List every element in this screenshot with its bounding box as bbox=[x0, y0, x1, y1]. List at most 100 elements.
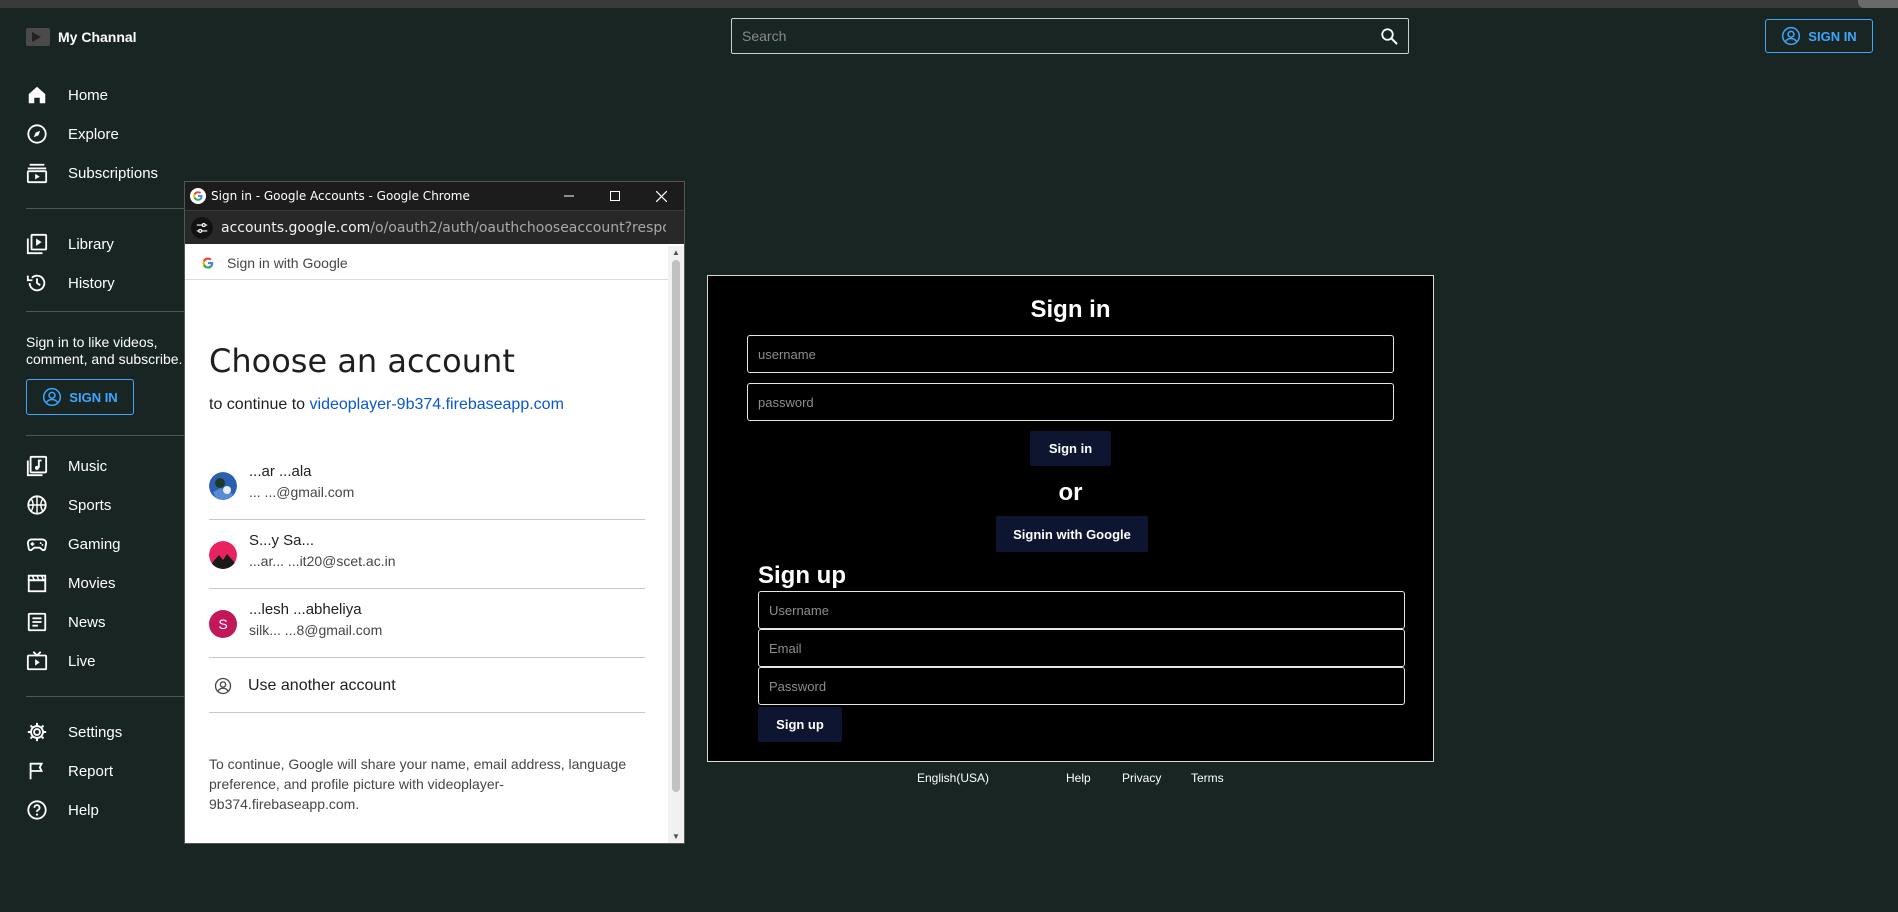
search-input[interactable] bbox=[732, 28, 1370, 44]
gsi-header: Sign in with Google bbox=[185, 246, 669, 280]
sidebar-item-home[interactable]: Home bbox=[26, 83, 108, 107]
sidebar-item-label: Sports bbox=[68, 496, 112, 514]
google-signin-button[interactable]: Signin with Google bbox=[996, 516, 1148, 552]
sports-icon bbox=[26, 494, 48, 516]
sidebar-item-news[interactable]: News bbox=[26, 610, 106, 634]
account-email: ... ...@gmail.com bbox=[249, 484, 355, 500]
account-circle-icon bbox=[214, 677, 232, 694]
signin-button[interactable]: Sign in bbox=[1030, 431, 1111, 466]
signup-username-input[interactable] bbox=[759, 592, 1404, 628]
header-signin-label: SIGN IN bbox=[1808, 28, 1857, 44]
sidebar-item-label: Movies bbox=[68, 574, 116, 592]
sidebar-item-history[interactable]: History bbox=[26, 271, 115, 295]
scroll-up-icon[interactable]: ▲ bbox=[672, 248, 680, 257]
footer-help-link[interactable]: Help bbox=[1066, 771, 1091, 785]
home-icon bbox=[26, 84, 48, 106]
sidebar-item-movies[interactable]: Movies bbox=[26, 571, 116, 595]
signup-email-input[interactable] bbox=[759, 630, 1404, 666]
sidebar-item-explore[interactable]: Explore bbox=[26, 122, 119, 146]
signup-button[interactable]: Sign up bbox=[758, 707, 842, 742]
news-icon bbox=[26, 611, 48, 633]
signin-title: Sign in bbox=[1030, 296, 1111, 323]
popup-address-bar[interactable]: accounts.google.com/o/oauth2/auth/oauthc… bbox=[185, 210, 684, 244]
signup-email-field bbox=[758, 629, 1405, 667]
password-field bbox=[747, 383, 1394, 421]
maximize-icon bbox=[610, 191, 620, 201]
url-host: accounts.google.com bbox=[221, 219, 371, 236]
sidebar-item-library[interactable]: Library bbox=[26, 232, 114, 256]
google-logo-icon bbox=[190, 188, 206, 204]
header-signin-button[interactable]: SIGN IN bbox=[1765, 19, 1873, 53]
sidebar-item-label: Gaming bbox=[68, 535, 121, 553]
scroll-down-icon[interactable]: ▼ bbox=[672, 832, 680, 841]
maximize-button[interactable] bbox=[592, 182, 638, 210]
sidebar-item-report[interactable]: Report bbox=[26, 759, 113, 783]
browser-top-strip bbox=[0, 0, 1898, 8]
account-item[interactable]: S...y Sa... ...ar... ...it20@scet.ac.in bbox=[209, 520, 645, 589]
sidebar-signin-button[interactable]: SIGN IN bbox=[26, 379, 134, 415]
account-chooser: Sign in with Google Choose an account to… bbox=[185, 246, 669, 843]
close-button[interactable] bbox=[638, 182, 684, 210]
popup-url: accounts.google.com/o/oauth2/auth/oauthc… bbox=[221, 220, 666, 236]
live-tv-icon bbox=[26, 650, 48, 672]
continue-prefix: to continue to bbox=[209, 396, 310, 413]
sidebar-item-music[interactable]: Music bbox=[26, 454, 107, 478]
sidebar-item-settings[interactable]: Settings bbox=[26, 720, 122, 744]
gamepad-icon bbox=[26, 533, 48, 555]
account-item[interactable]: ...ar ...ala ... ...@gmail.com bbox=[209, 451, 645, 520]
account-name: S...y Sa... bbox=[249, 532, 315, 549]
avatar bbox=[209, 472, 237, 500]
browser-top-strip-tab bbox=[1858, 0, 1898, 8]
search-icon bbox=[1381, 28, 1398, 45]
account-name: ...lesh ...abheliya bbox=[249, 601, 362, 618]
use-another-account-button[interactable]: Use another account bbox=[209, 659, 645, 713]
history-icon bbox=[26, 272, 48, 294]
avatar: S bbox=[209, 610, 237, 638]
help-icon bbox=[26, 799, 48, 821]
sidebar-item-label: Subscriptions bbox=[68, 164, 159, 182]
url-path: /o/oauth2/auth/oauthchooseaccount?respon… bbox=[370, 219, 666, 236]
account-item[interactable]: S ...lesh ...abheliya silk... ...8@gmail… bbox=[209, 589, 645, 658]
site-settings-icon[interactable] bbox=[191, 216, 213, 239]
channel-brand[interactable]: My Channal bbox=[26, 28, 137, 46]
sidebar-item-label: Music bbox=[68, 457, 108, 475]
flag-icon bbox=[26, 760, 48, 782]
username-input[interactable] bbox=[748, 336, 1393, 372]
sidebar-item-live[interactable]: Live bbox=[26, 649, 96, 673]
signup-title: Sign up bbox=[758, 562, 846, 589]
search-button[interactable] bbox=[1370, 19, 1408, 53]
minimize-button[interactable] bbox=[546, 182, 592, 210]
avatar-letter: S bbox=[218, 616, 228, 632]
footer-terms-link[interactable]: Terms bbox=[1191, 771, 1224, 785]
popup-scrollbar[interactable]: ▲ ▼ bbox=[668, 246, 684, 843]
password-input[interactable] bbox=[748, 384, 1393, 420]
sidebar-item-subscriptions[interactable]: Subscriptions bbox=[26, 161, 158, 185]
username-field bbox=[747, 335, 1394, 373]
popup-titlebar[interactable]: Sign in - Google Accounts - Google Chrom… bbox=[185, 182, 684, 210]
footer-privacy-link[interactable]: Privacy bbox=[1122, 771, 1161, 785]
clapperboard-icon bbox=[26, 572, 48, 594]
use-another-label: Use another account bbox=[248, 676, 396, 694]
avatar bbox=[209, 541, 237, 569]
sidebar-item-gaming[interactable]: Gaming bbox=[26, 532, 121, 556]
sidebar-item-label: Settings bbox=[68, 723, 123, 741]
close-icon bbox=[655, 190, 667, 202]
sidebar-item-help[interactable]: Help bbox=[26, 798, 99, 822]
account-name: ...ar ...ala bbox=[249, 463, 312, 480]
sidebar-item-label: Home bbox=[68, 86, 109, 104]
sidebar-item-label: Explore bbox=[68, 125, 119, 143]
signin-prompt-text: Sign in to like videos, comment, and sub… bbox=[26, 334, 183, 367]
sidebar-item-sports[interactable]: Sports bbox=[26, 493, 111, 517]
footer-language[interactable]: English(USA) bbox=[917, 771, 989, 785]
scroll-thumb[interactable] bbox=[672, 260, 680, 792]
sidebar-item-label: History bbox=[68, 274, 115, 292]
app-domain-link[interactable]: videoplayer-9b374.firebaseapp.com bbox=[310, 396, 564, 413]
search-bar bbox=[731, 18, 1409, 54]
sidebar-item-label: Help bbox=[68, 801, 99, 819]
account-circle-icon bbox=[43, 387, 62, 407]
channel-name: My Channal bbox=[58, 29, 137, 45]
sidebar-item-label: News bbox=[68, 613, 106, 631]
signup-password-input[interactable] bbox=[759, 668, 1404, 704]
google-g-icon bbox=[202, 256, 214, 269]
gear-icon bbox=[26, 721, 48, 743]
